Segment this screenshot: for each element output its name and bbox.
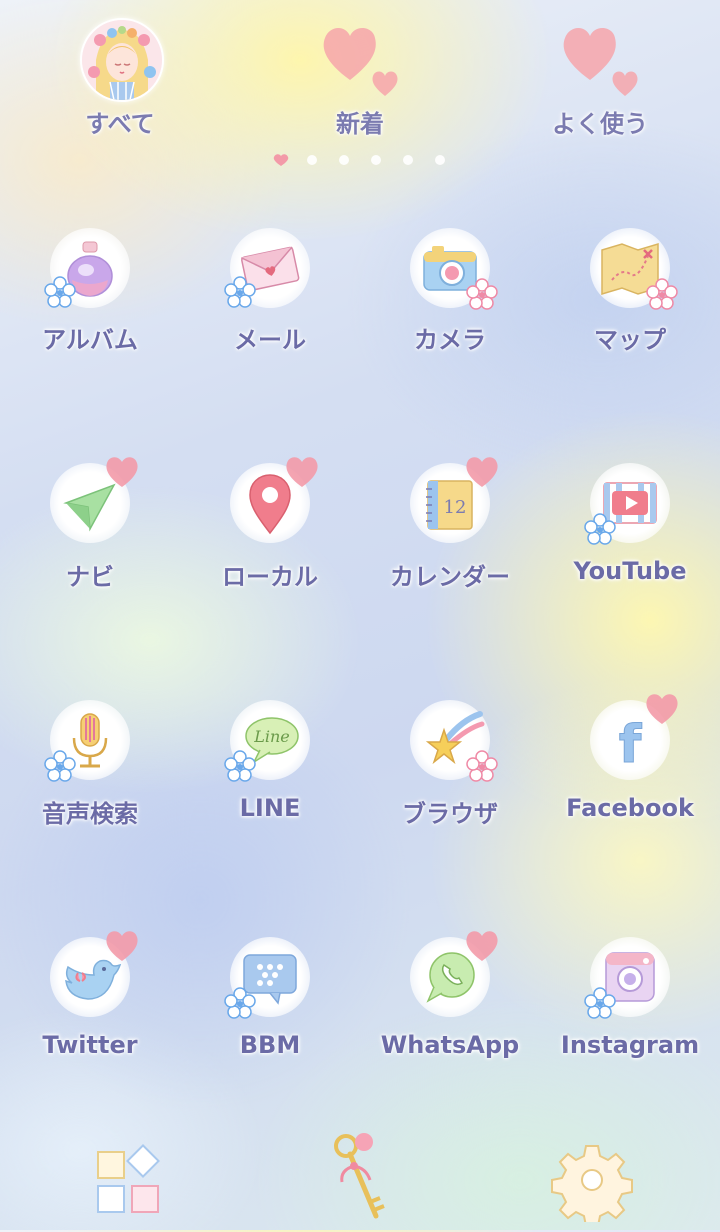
app-label: Twitter	[42, 1031, 138, 1059]
app-mail[interactable]: メール	[180, 220, 360, 360]
app-camera[interactable]: カメラ	[360, 220, 540, 360]
flower-icon	[584, 513, 616, 545]
flower-icon	[466, 750, 498, 782]
current-page-heart-icon	[273, 154, 289, 166]
app-local[interactable]: ローカル	[180, 455, 360, 595]
app-label: ブラウザ	[402, 800, 498, 828]
page-dot[interactable]	[307, 155, 317, 165]
home-key-button[interactable]	[320, 1128, 400, 1228]
app-line[interactable]: Line LINE	[180, 692, 360, 832]
app-label: カメラ	[414, 326, 486, 354]
tab-frequent[interactable]: よく使う	[510, 10, 690, 140]
app-drawer-icon	[97, 1144, 160, 1213]
app-label: メール	[234, 326, 306, 354]
flower-icon	[44, 750, 76, 782]
settings-button[interactable]	[550, 1138, 634, 1227]
flower-icon	[224, 987, 256, 1019]
heart-badge-icon	[106, 931, 138, 961]
app-label: ナビ	[66, 563, 114, 591]
app-label: カレンダー	[390, 563, 510, 591]
girl-avatar-icon	[80, 18, 164, 102]
heart-badge-icon	[466, 931, 498, 961]
app-youtube[interactable]: YouTube	[540, 455, 720, 595]
app-browser[interactable]: ブラウザ	[360, 692, 540, 832]
app-bbm[interactable]: BBM	[180, 929, 360, 1069]
heart-icon	[563, 27, 638, 96]
calendar-day: 12	[444, 497, 467, 518]
app-calendar[interactable]: 12 カレンダー	[360, 455, 540, 595]
flower-icon	[646, 278, 678, 310]
app-voice-search[interactable]: 音声検索	[0, 692, 180, 832]
app-drawer-button[interactable]	[90, 1140, 170, 1220]
flower-icon	[44, 276, 76, 308]
app-twitter[interactable]: Twitter	[0, 929, 180, 1069]
tab-new[interactable]: 新着	[270, 10, 450, 140]
heart-badge-icon	[466, 457, 498, 487]
app-album[interactable]: アルバム	[0, 220, 180, 360]
app-label: Instagram	[560, 1031, 700, 1059]
gear-icon	[551, 1145, 633, 1227]
app-label: ローカル	[222, 563, 318, 591]
app-label: 音声検索	[42, 800, 138, 828]
line-bubble-text: Line	[253, 727, 290, 746]
app-label: WhatsApp	[380, 1031, 520, 1059]
page-dot[interactable]	[435, 155, 445, 165]
page-dot[interactable]	[403, 155, 413, 165]
app-facebook[interactable]: f Facebook	[540, 692, 720, 832]
flower-icon	[224, 750, 256, 782]
heart-icon	[323, 27, 398, 96]
heart-badge-icon	[106, 457, 138, 487]
app-label: アルバム	[42, 326, 138, 354]
tab-all[interactable]: すべて	[30, 10, 210, 140]
facebook-glyph: f	[619, 715, 643, 775]
app-label: Facebook	[566, 794, 694, 822]
page-dot[interactable]	[371, 155, 381, 165]
flower-icon	[466, 278, 498, 310]
tab-label: すべて	[85, 110, 155, 138]
page-indicator	[270, 150, 450, 170]
flower-icon	[224, 276, 256, 308]
app-navi[interactable]: ナビ	[0, 455, 180, 595]
app-label: BBM	[239, 1031, 301, 1059]
app-map[interactable]: マップ	[540, 220, 720, 360]
app-whatsapp[interactable]: WhatsApp	[360, 929, 540, 1069]
tab-label: 新着	[336, 110, 384, 138]
app-label: マップ	[594, 326, 666, 354]
flower-icon	[584, 987, 616, 1019]
app-label: LINE	[239, 794, 301, 822]
heart-badge-icon	[286, 457, 318, 487]
heart-badge-icon	[646, 694, 678, 724]
key-icon	[334, 1133, 385, 1219]
page-dot[interactable]	[339, 155, 349, 165]
app-label: YouTube	[573, 557, 687, 585]
app-instagram[interactable]: Instagram	[540, 929, 720, 1069]
tab-label: よく使う	[552, 110, 648, 138]
